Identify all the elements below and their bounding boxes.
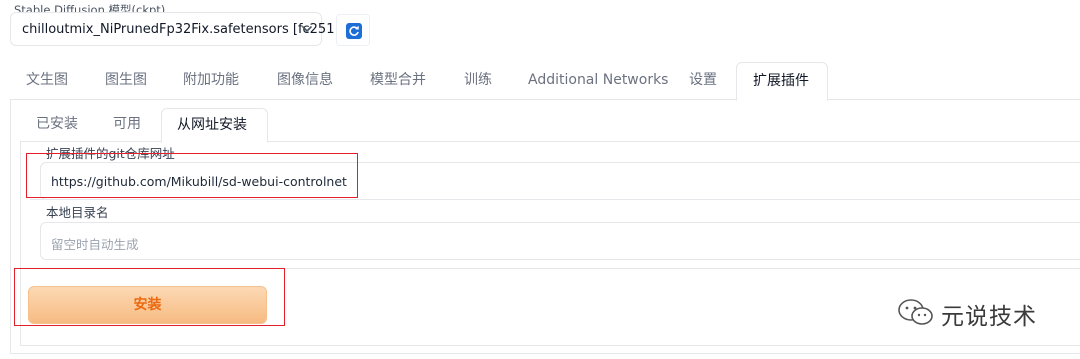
repo-url-label: 扩展插件的git仓库网址 [46, 146, 175, 161]
install-button[interactable]: 安装 [28, 286, 267, 324]
repo-url-value: https://github.com/Mikubill/sd-webui-con… [51, 174, 347, 189]
main-tab-bar: 文生图 图生图 附加功能 图像信息 模型合并 训练 Additional Net… [10, 62, 1080, 101]
tab-settings[interactable]: 设置 [689, 62, 717, 99]
local-dir-placeholder: 留空时自动生成 [51, 237, 139, 252]
tab-txt2img[interactable]: 文生图 [26, 62, 68, 99]
wechat-icon [898, 299, 933, 325]
local-dir-input[interactable]: 留空时自动生成 [40, 222, 1080, 260]
field-separator [30, 199, 1080, 200]
tab-extensions[interactable]: 扩展插件 [736, 62, 828, 101]
tab-extras[interactable]: 附加功能 [183, 62, 239, 99]
repo-url-input[interactable]: https://github.com/Mikubill/sd-webui-con… [40, 162, 1080, 200]
tab-checkpoint-merger[interactable]: 模型合并 [370, 62, 426, 99]
local-dir-label: 本地目录名 [46, 205, 109, 220]
model-select-dropdown[interactable]: chilloutmix_NiPrunedFp32Fix.safetensors … [10, 12, 334, 46]
subtab-available[interactable]: 可用 [113, 108, 141, 141]
tab-additional-networks[interactable]: Additional Networks [528, 62, 668, 99]
refresh-models-button[interactable] [336, 14, 370, 46]
tab-png-info[interactable]: 图像信息 [277, 62, 333, 99]
field-separator-2 [30, 268, 1080, 269]
subtab-install-from-url[interactable]: 从网址安装 [161, 108, 268, 143]
refresh-icon [346, 23, 362, 39]
model-select-value: chilloutmix_NiPrunedFp32Fix.safetensors … [22, 22, 335, 37]
tab-train[interactable]: 训练 [464, 62, 492, 99]
subtab-installed[interactable]: 已安装 [36, 108, 78, 141]
extension-subtab-bar: 已安装 可用 从网址安装 [20, 108, 1080, 143]
watermark-text: 元说技术 [941, 304, 1037, 330]
chevron-down-icon [302, 26, 312, 32]
tab-img2img[interactable]: 图生图 [105, 62, 147, 99]
